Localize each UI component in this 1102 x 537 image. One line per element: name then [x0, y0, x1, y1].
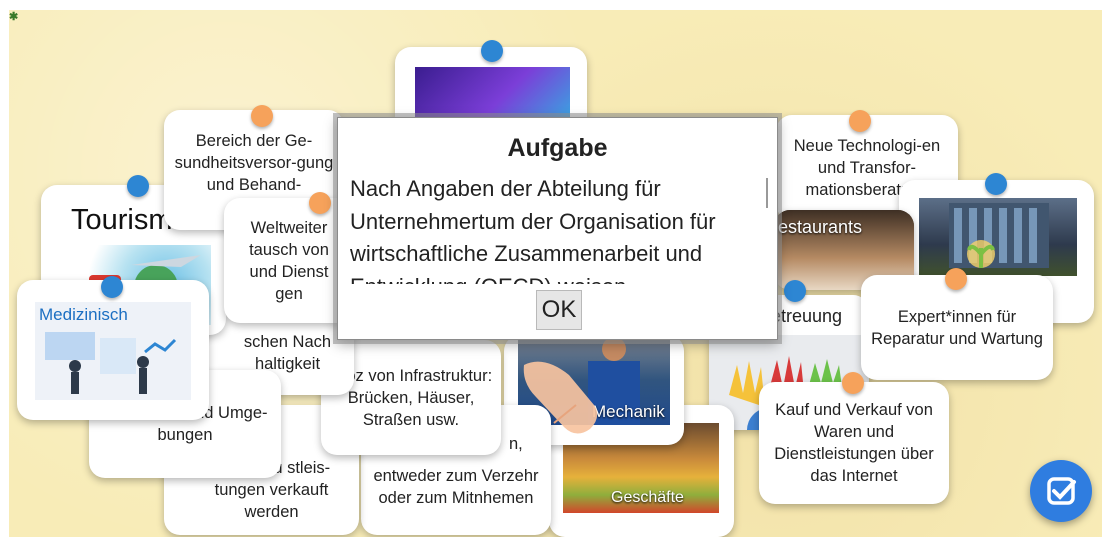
pin: [309, 192, 331, 214]
pin: [842, 372, 864, 394]
card-medizinisch[interactable]: Medizinisch: [17, 280, 209, 420]
pin: [101, 276, 123, 298]
pin: [127, 175, 149, 197]
check-square-icon: [1047, 477, 1076, 505]
help-icon[interactable]: ✱: [9, 10, 18, 23]
task-dialog: Aufgabe Nach Angaben der Abteilung für U…: [337, 117, 778, 340]
pin: [251, 105, 273, 127]
card-label: etreuung: [771, 306, 843, 326]
card-kauf[interactable]: Kauf und Verkauf von Waren und Dienstlei…: [759, 382, 949, 504]
card-label: Tourism: [71, 204, 173, 236]
card-text: Expert*innen für Reparatur und Wartung: [871, 307, 1043, 348]
card-text: Kauf und Verkauf von Waren und Dienstlei…: [774, 401, 934, 485]
dialog-title: Aufgabe: [507, 134, 608, 162]
dialog-scrollbar[interactable]: [766, 178, 768, 208]
card-text: Bereich der Ge-sundheitsversor-gung und …: [174, 132, 334, 194]
card-expert[interactable]: Expert*innen für Reparatur und Wartung: [861, 275, 1053, 380]
pin: [481, 40, 503, 62]
check-button[interactable]: [1030, 460, 1092, 522]
card-text: entweder zum Verzehr oder zum Mitnhemen: [373, 467, 539, 507]
pin: [849, 110, 871, 132]
dialog-text[interactable]: Nach Angaben der Abteilung für Unternehm…: [350, 173, 762, 284]
ok-button[interactable]: OK: [536, 290, 582, 330]
card-text: Weltweiter tausch von und Dienst gen: [249, 218, 329, 303]
card-label: estaurants: [778, 217, 863, 237]
card-label: Medizinisch: [39, 305, 128, 324]
pin: [784, 280, 806, 302]
pin: [945, 268, 967, 290]
building-image: [919, 198, 1077, 276]
card-text: schen Nach haltigkeit: [243, 332, 332, 373]
pin: [985, 173, 1007, 195]
building-illustration: [949, 203, 1049, 268]
card-label: Geschäfte: [611, 489, 684, 506]
hand-pointer-icon: [523, 361, 598, 434]
